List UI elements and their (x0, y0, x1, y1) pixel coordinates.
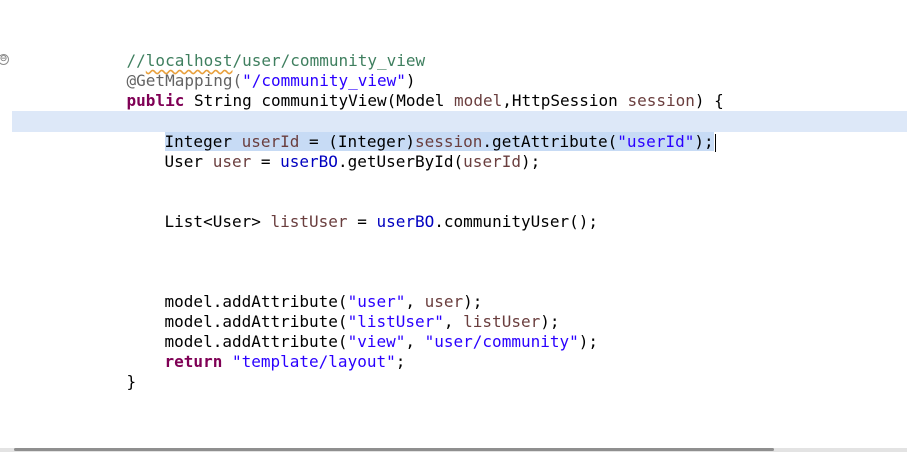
userid-string: "userId" (617, 132, 695, 151)
arg-sep: , (405, 332, 425, 351)
statement-end: ); (520, 152, 541, 171)
type-user: User (164, 152, 213, 171)
closing-brace: } (126, 372, 137, 391)
code-line-listuser[interactable]: List<User> listUser = userBO.communityUs… (126, 192, 599, 231)
statement-end: ); (578, 332, 599, 351)
value-string: "user/community" (424, 332, 579, 351)
horizontal-scrollbar-thumb[interactable] (14, 448, 774, 451)
var-listuser: listUser (270, 212, 348, 231)
field-userbo: userBO (280, 152, 338, 171)
communityuser-call: .communityUser(); (434, 212, 599, 231)
type-list-user: List<User> (164, 212, 271, 231)
keyword-return: return (164, 352, 223, 371)
statement-end: ); (694, 132, 714, 151)
signature-text: String communityView(Model (184, 91, 455, 110)
param-model: model (454, 91, 503, 110)
text-caret (714, 133, 716, 152)
signature-end: ) { (694, 91, 724, 110)
signature-sep: ,HttpSession (502, 91, 628, 110)
code-line-return[interactable]: return "template/layout"; (126, 332, 406, 371)
code-line-add-view[interactable]: model.addAttribute("view", "user/communi… (126, 312, 598, 351)
assign: = (251, 152, 281, 171)
getuserbyid-call: .getUserById( (337, 152, 464, 171)
code-line-add-user[interactable]: model.addAttribute("user", user); (126, 272, 483, 311)
statement-end: ; (395, 352, 406, 371)
return-string: "template/layout" (231, 352, 396, 371)
fold-toggle-icon[interactable]: ⊖ (0, 54, 9, 65)
param-session: session (627, 91, 695, 110)
assign: = (347, 212, 377, 231)
code-line-user[interactable]: User user = userBO.getUserById(userId); (126, 132, 541, 171)
code-line-method-close[interactable]: } (88, 352, 137, 391)
code-line-annotation[interactable]: @GetMapping("/community_view") (88, 51, 416, 90)
code-editor[interactable]: ⊖ //localhost/user/community_view @GetMa… (0, 0, 907, 452)
code-line-method-signature[interactable]: public String communityView(Model model,… (88, 71, 724, 110)
arg-userid: userId (463, 152, 521, 171)
keyword-public: public (126, 91, 185, 110)
code-line-userid[interactable]: Integer userId = (Integer)session.getAtt… (126, 112, 716, 152)
field-userbo: userBO (376, 212, 435, 231)
code-line-comment[interactable]: //localhost/user/community_view (88, 31, 426, 70)
var-user: user (212, 152, 252, 171)
code-line-add-listuser[interactable]: model.addAttribute("listUser", listUser)… (126, 292, 560, 331)
